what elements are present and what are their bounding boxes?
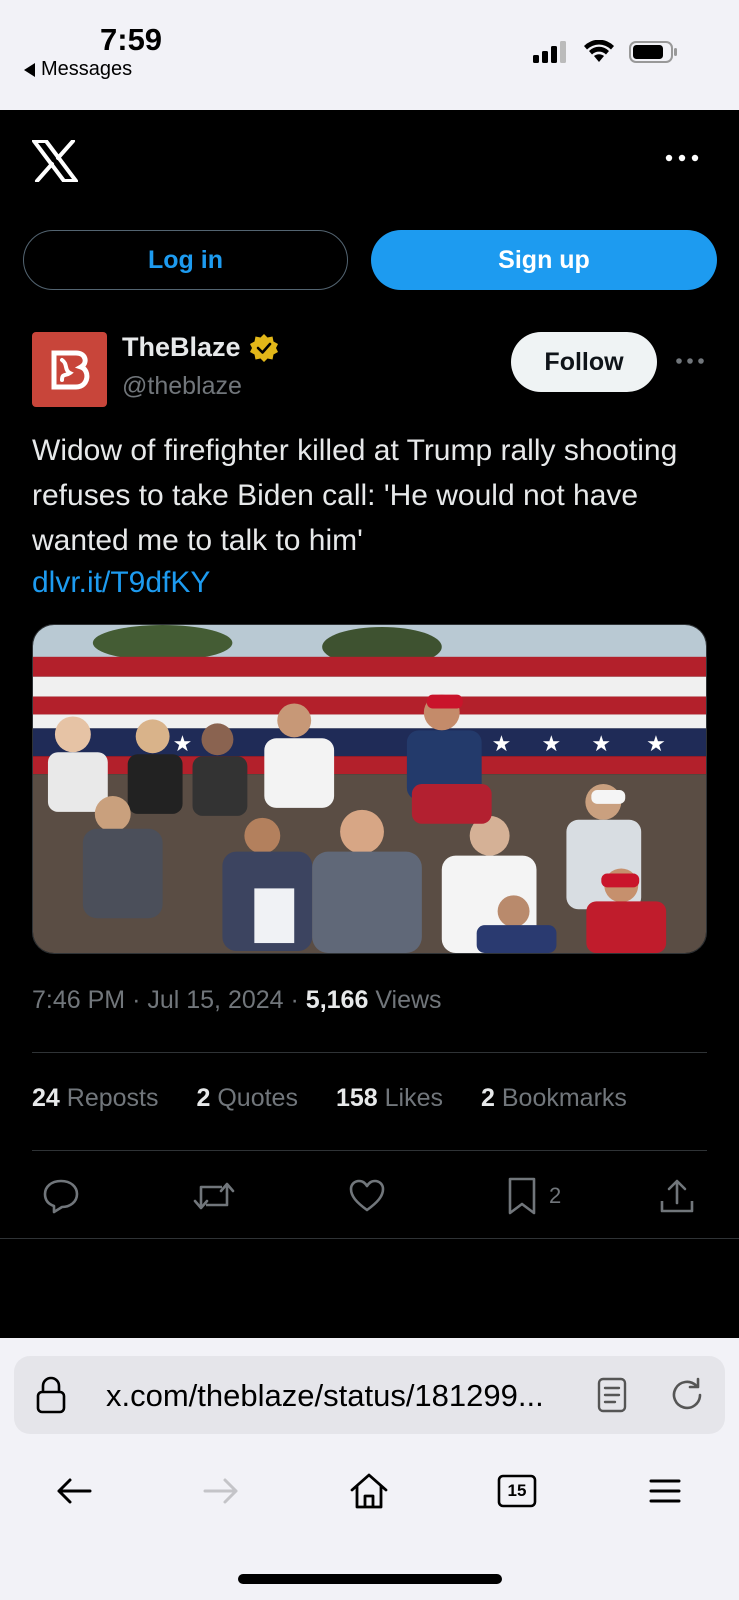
quotes-count: 2 [196,1084,211,1112]
heart-icon [349,1179,385,1212]
bookmark-button[interactable]: 2 [505,1168,561,1224]
tabs-button[interactable]: 15 [492,1466,542,1516]
back-to-app[interactable]: Messages [24,58,132,81]
reply-button[interactable] [42,1168,80,1224]
signup-button[interactable]: Sign up [371,230,717,290]
home-indicator[interactable] [238,1574,502,1584]
back-triangle-icon [24,62,35,77]
tweet-link[interactable]: dlvr.it/T9dfKY [32,560,210,605]
clock: 7:59 [100,22,163,57]
home-button[interactable] [344,1466,394,1516]
views-count: 5,166 [305,986,369,1014]
reposts-count: 24 [32,1084,60,1112]
tweet-more-icon[interactable] [675,354,705,368]
login-button[interactable]: Log in [23,230,348,290]
meta-separator-1: · [132,986,148,1014]
bookmarks-count: 2 [481,1084,495,1112]
like-button[interactable] [348,1168,386,1224]
author-handle[interactable]: @theblaze [122,372,242,401]
x-page: Log in Sign up TheBlaze @theblaze Follow… [0,110,739,1338]
status-bar: 7:59 Messages [0,0,739,110]
likes-count: 158 [335,1084,378,1112]
browser-toolbar: x.com/theblaze/status/181299... 15 [0,1338,739,1600]
arrow-right-icon [203,1478,238,1504]
tweet-photo[interactable]: ★★ ★★ ★★ [32,624,707,954]
status-icons [533,40,679,64]
tweet-meta: 7:46 PM · Jul 15, 2024 · 5,166 Views [32,986,442,1015]
svg-text:★: ★ [492,731,512,756]
svg-text:★: ★ [173,731,193,756]
bookmark-icon [508,1177,536,1215]
wifi-icon [584,40,614,62]
svg-text:★: ★ [591,731,611,756]
back-button[interactable] [49,1466,99,1516]
svg-text:★: ★ [646,731,666,756]
share-button[interactable] [658,1168,696,1224]
bookmarks-stat[interactable]: 2 Bookmarks [481,1084,627,1113]
engagement-stats: 24 Reposts 2 Quotes 158 Likes 2 Bookmark… [32,1084,627,1113]
hamburger-menu-icon [649,1479,681,1503]
divider [32,1150,707,1151]
address-bar[interactable]: x.com/theblaze/status/181299... [14,1356,725,1434]
tweet-time[interactable]: 7:46 PM [32,986,125,1014]
follow-button[interactable]: Follow [511,332,657,392]
tweet-actions: 2 [0,1168,739,1224]
tweet-date[interactable]: Jul 15, 2024 [147,986,283,1014]
svg-text:★: ★ [541,731,561,756]
back-app-label: Messages [41,58,133,80]
lock-icon [36,1376,66,1414]
quotes-label: Quotes [217,1084,298,1112]
repost-icon [193,1182,235,1210]
x-logo-icon[interactable] [32,140,78,182]
meta-separator-2: · [290,986,306,1014]
likes-stat[interactable]: 158 Likes [336,1084,443,1113]
more-icon[interactable] [665,150,699,166]
author-name[interactable]: TheBlaze [122,332,241,363]
menu-button[interactable] [640,1466,690,1516]
likes-label: Likes [384,1084,443,1112]
home-icon [350,1473,388,1509]
signal-icon [533,41,566,63]
share-icon [660,1179,694,1213]
views-label: Views [375,986,442,1014]
reposts-label: Reposts [66,1084,159,1112]
theblaze-logo-icon [51,350,89,389]
reader-view-icon[interactable] [597,1377,627,1413]
url-text[interactable]: x.com/theblaze/status/181299... [106,1378,544,1414]
bookmark-count: 2 [549,1183,562,1208]
bookmarks-label: Bookmarks [501,1084,627,1112]
reload-icon[interactable] [668,1376,706,1414]
forward-button[interactable] [196,1466,246,1516]
author-name-row: TheBlaze [122,332,279,363]
tab-count: 15 [507,1481,527,1500]
avatar[interactable] [32,332,107,407]
arrow-left-icon [57,1478,92,1504]
reply-icon [43,1179,79,1214]
reposts-stat[interactable]: 24 Reposts [32,1084,158,1113]
verified-badge-icon [249,333,278,362]
divider [0,1238,739,1239]
divider [32,1052,707,1053]
quotes-stat[interactable]: 2 Quotes [196,1084,297,1113]
repost-button[interactable] [192,1168,236,1224]
tweet-text: Widow of firefighter killed at Trump ral… [32,434,678,557]
battery-icon [629,41,677,63]
